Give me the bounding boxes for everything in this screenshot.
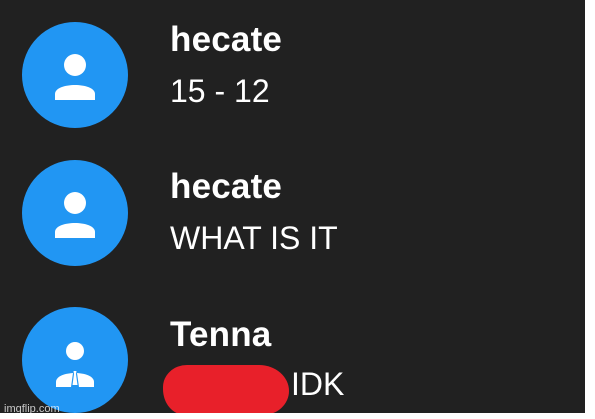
person-suit-icon bbox=[56, 342, 94, 387]
image-border bbox=[0, 413, 595, 419]
image-border bbox=[585, 0, 595, 419]
chat-screen: hecate 15 - 12 hecate WHAT IS IT Tenna I… bbox=[0, 0, 595, 419]
person-icon bbox=[55, 192, 95, 238]
avatar[interactable] bbox=[22, 160, 128, 266]
avatar[interactable] bbox=[22, 307, 128, 413]
message-text: IDK bbox=[291, 366, 345, 402]
message-text: WHAT IS IT bbox=[170, 220, 338, 256]
redaction-scribble bbox=[163, 365, 289, 415]
message-author: Tenna bbox=[170, 315, 272, 354]
chat-message: Tenna IDK bbox=[0, 0, 585, 413]
message-author: hecate bbox=[170, 167, 283, 206]
